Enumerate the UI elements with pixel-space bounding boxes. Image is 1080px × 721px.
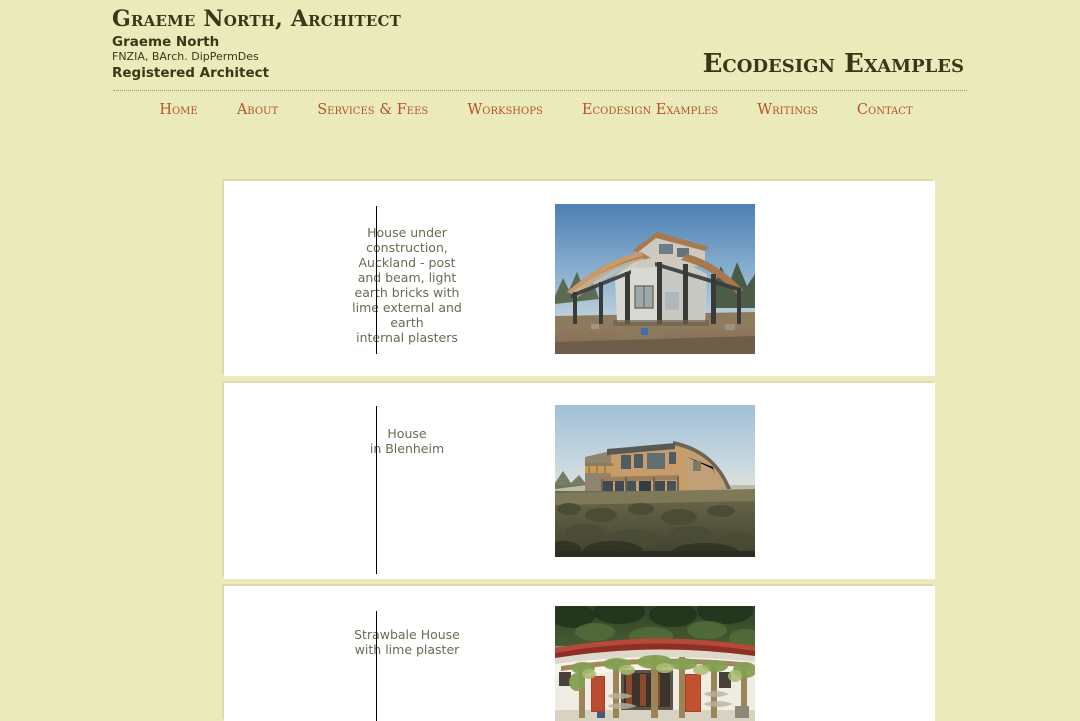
caption-line: House under (367, 225, 447, 240)
caption-line: with lime plaster (354, 642, 460, 657)
column-divider (376, 206, 377, 354)
brand-block: Graeme North, Architect Graeme North FNZ… (112, 7, 401, 81)
column-divider (376, 611, 377, 721)
example-photo (555, 606, 755, 721)
caption-line: internal plasters (356, 330, 458, 345)
architect-name: Graeme North (112, 34, 220, 50)
example-row: House under construction, Auckland - pos… (224, 181, 935, 376)
example-caption: House under construction, Auckland - pos… (238, 225, 576, 345)
caption-line: in Blenheim (369, 441, 445, 456)
architect-qualifications: FNZIA, BArch. DipPermDes (112, 50, 259, 63)
nav-item-writings[interactable]: Writings (757, 100, 818, 120)
header-divider-rule (113, 90, 967, 91)
example-caption: House in Blenheim (238, 426, 576, 456)
nav-item-workshops[interactable]: Workshops (467, 100, 542, 120)
example-caption: Strawbale House with lime plaster (238, 627, 576, 657)
page-title: Ecodesign Examples (702, 49, 964, 79)
nav-item-contact[interactable]: Contact (857, 100, 913, 120)
caption-line: earth (390, 315, 424, 330)
caption-line: lime external and (352, 300, 462, 315)
example-row: House in Blenheim (224, 383, 935, 579)
main-navigation: Home About Services & Fees Workshops Eco… (0, 99, 1080, 120)
nav-item-services-fees[interactable]: Services & Fees (317, 100, 428, 120)
caption-line: construction, (366, 240, 448, 255)
nav-item-home[interactable]: Home (159, 100, 197, 120)
caption-line: and beam, light (357, 270, 457, 285)
registration-line: Registered Architect (112, 65, 270, 81)
nav-item-about[interactable]: About (237, 100, 278, 120)
example-photo (555, 405, 755, 557)
column-divider (376, 406, 377, 574)
caption-line: Strawbale House (354, 627, 460, 642)
caption-line: Auckland - post (358, 255, 456, 270)
example-row: Strawbale House with lime plaster (224, 586, 935, 721)
example-photo (555, 204, 755, 354)
site-header: Graeme North, Architect Graeme North FNZ… (0, 0, 1080, 91)
nav-item-ecodesign-examples[interactable]: Ecodesign Examples (582, 100, 718, 120)
site-title: Graeme North, Architect (112, 6, 402, 32)
caption-line: earth bricks with (354, 285, 460, 300)
caption-line: House (387, 426, 427, 441)
